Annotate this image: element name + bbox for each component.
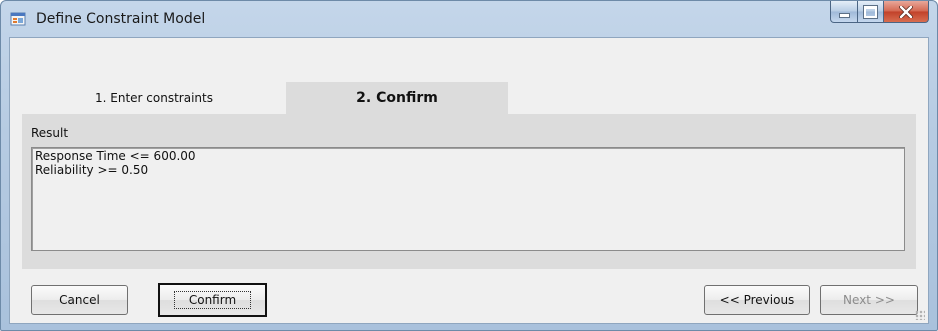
result-label: Result bbox=[31, 126, 69, 140]
tab-confirm[interactable]: 2. Confirm bbox=[286, 82, 508, 114]
dialog-window: Define Constraint Model 1. Enter constra… bbox=[0, 0, 938, 331]
result-textbox[interactable]: Response Time <= 600.00 Reliability >= 0… bbox=[31, 147, 905, 251]
caption-buttons bbox=[830, 1, 929, 23]
confirm-tab-panel: Result Response Time <= 600.00 Reliabili… bbox=[22, 114, 916, 269]
confirm-button[interactable]: Confirm bbox=[158, 283, 267, 317]
result-line: Reliability >= 0.50 bbox=[35, 163, 149, 177]
tab-enter-constraints[interactable]: 1. Enter constraints bbox=[22, 82, 286, 114]
form-icon bbox=[10, 12, 26, 26]
title-bar[interactable]: Define Constraint Model bbox=[1, 1, 937, 37]
result-line: Response Time <= 600.00 bbox=[35, 149, 196, 163]
dialog-body: 1. Enter constraints 2. Confirm Result R… bbox=[9, 37, 929, 324]
next-button[interactable]: Next >> bbox=[820, 285, 918, 315]
minimize-icon bbox=[838, 13, 850, 18]
maximize-icon bbox=[863, 4, 878, 19]
maximize-button[interactable] bbox=[858, 1, 884, 23]
resize-grip[interactable] bbox=[915, 310, 925, 320]
minimize-button[interactable] bbox=[830, 1, 858, 23]
confirm-button-label: Confirm bbox=[173, 291, 252, 309]
wizard-tabs: 1. Enter constraints 2. Confirm bbox=[22, 82, 508, 114]
previous-button[interactable]: << Previous bbox=[704, 285, 810, 315]
close-button[interactable] bbox=[884, 1, 929, 23]
window-title: Define Constraint Model bbox=[36, 11, 206, 27]
cancel-button[interactable]: Cancel bbox=[31, 285, 128, 315]
close-icon bbox=[899, 5, 913, 18]
